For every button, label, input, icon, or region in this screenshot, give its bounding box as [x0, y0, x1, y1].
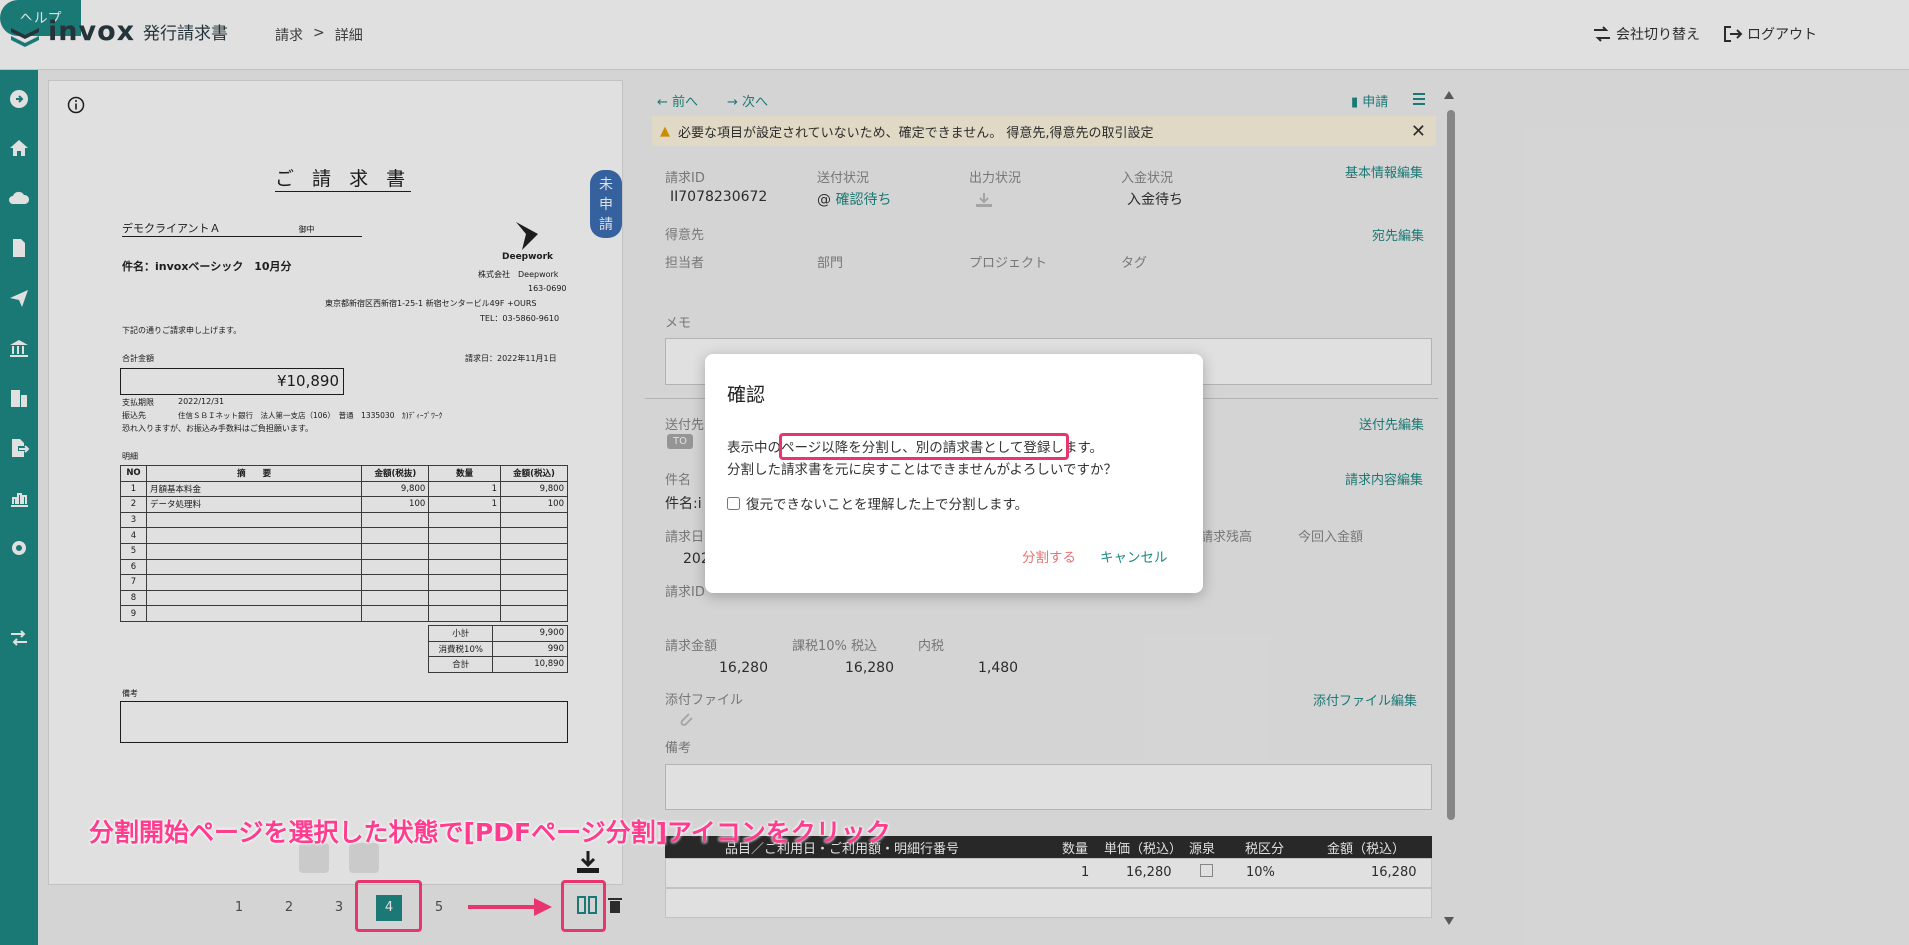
highlight-box-page — [355, 880, 422, 932]
annotation-caption: 分割開始ページを選択した状態で[PDFページ分割]アイコンをクリック — [89, 818, 891, 847]
highlight-box-message — [779, 433, 1069, 460]
annotation-arrow-icon — [468, 898, 552, 916]
confirm-checkbox-label: 復元できないことを理解した上で分割します。 — [746, 497, 1029, 513]
split-button[interactable]: 分割する — [1022, 546, 1076, 566]
confirm-dialog: 確認 表示中のページ以降を分割し、別の請求書として登録します。 分割した請求書を… — [705, 354, 1203, 593]
dialog-title: 確認 — [727, 384, 766, 406]
cancel-button[interactable]: キャンセル — [1100, 546, 1168, 566]
confirm-checkbox[interactable] — [727, 496, 740, 510]
dialog-message-line2: 分割した請求書を元に戻すことはできませんがよろしいですか？ — [727, 462, 1118, 478]
msg-pre: 表示中の — [727, 440, 781, 456]
highlight-box-split-icon — [561, 880, 606, 932]
confirm-checkbox-row[interactable]: 復元できないことを理解した上で分割します。 — [727, 493, 1028, 513]
